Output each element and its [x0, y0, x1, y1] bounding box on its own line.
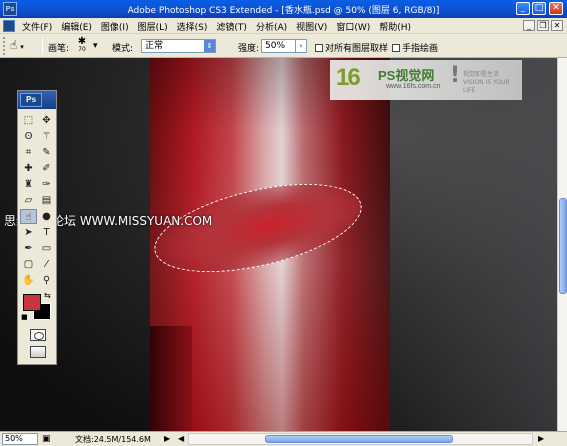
menu-item-3[interactable]: 图层(L): [138, 20, 168, 33]
mode-select[interactable]: 正常 ⇕: [141, 39, 216, 53]
hand-icon[interactable]: ✋: [20, 273, 37, 288]
smudge-icon[interactable]: ☝: [20, 209, 37, 224]
marquee-icon[interactable]: ⬚: [20, 113, 37, 128]
tool-grid: ⬚ ✥ ʘ ⚚ ⌗ ✎ ✚ ✐ ♜ ✑ ▱ ▤ ☝ ● ➤ T ✒ ▭ ▢ ⁄ ✋ ⚲: [20, 113, 56, 288]
menu-item-9[interactable]: 帮助(H): [379, 20, 411, 33]
window-title: Adobe Photoshop CS3 Extended - [香水瓶.psd …: [127, 6, 440, 16]
path-selection-icon[interactable]: ➤: [20, 225, 37, 240]
chevron-right-icon: ›: [295, 40, 306, 52]
screen-mode-button[interactable]: [30, 346, 46, 358]
bottle-shadow: [150, 326, 192, 431]
document-window-controls: _ ❐ ✕: [523, 20, 563, 31]
strength-value: 50%: [265, 41, 286, 51]
doc-minimize-button[interactable]: _: [523, 20, 535, 31]
mode-value: 正常: [145, 41, 164, 51]
logo-exclamation: !: [450, 63, 461, 88]
horizontal-scroll-thumb[interactable]: [265, 435, 453, 443]
history-brush-icon[interactable]: ✑: [38, 177, 55, 192]
menu-item-5[interactable]: 滤镜(T): [216, 20, 247, 33]
finger-smudge-icon: ☝: [10, 38, 18, 52]
crop-icon[interactable]: ⌗: [20, 145, 37, 160]
strength-label: 强度:: [238, 44, 260, 54]
zoom-icon[interactable]: ⚲: [38, 273, 55, 288]
dodge-icon[interactable]: ●: [38, 209, 55, 224]
sample-all-layers-label: 对所有图层取样: [325, 44, 389, 54]
menu-item-1[interactable]: 编辑(E): [61, 20, 92, 33]
logo-mark: 16: [336, 64, 361, 91]
options-bar-grip[interactable]: [3, 37, 6, 55]
logo-name: PS视觉网: [378, 68, 435, 83]
toolbox-header[interactable]: Ps: [18, 91, 56, 109]
checkbox-box: [315, 44, 323, 52]
tool-preset-picker[interactable]: ☝ ▾: [10, 38, 38, 54]
strength-input[interactable]: 50% ›: [261, 39, 307, 53]
menu-item-4[interactable]: 选择(S): [177, 20, 208, 33]
lasso-icon[interactable]: ʘ: [20, 129, 37, 144]
healing-brush-icon[interactable]: ✚: [20, 161, 37, 176]
eyedropper-icon[interactable]: ⁄: [38, 257, 55, 272]
menu-item-2[interactable]: 图像(I): [101, 20, 129, 33]
divider: [42, 38, 43, 54]
brush-tip-icon: ✱: [77, 36, 87, 47]
menu-item-7[interactable]: 视图(V): [296, 20, 327, 33]
finger-painting-checkbox[interactable]: 手指绘画: [392, 41, 438, 54]
status-bar: 50% ▣ 文档:24.5M/154.6M ▶ ◀ ▶: [0, 431, 567, 446]
logo-url: www.16fs.com.cn: [386, 83, 441, 90]
status-menu-arrow[interactable]: ▶: [164, 434, 170, 443]
swap-colors-icon[interactable]: ⇆: [44, 291, 51, 300]
type-icon[interactable]: T: [38, 225, 55, 240]
brush-label: 画笔:: [48, 44, 70, 54]
vertical-scroll-thumb[interactable]: [559, 198, 567, 294]
doc-close-button[interactable]: ✕: [551, 20, 563, 31]
chevron-down-icon: ▾: [20, 43, 24, 51]
quick-mask-button[interactable]: [30, 329, 46, 341]
scroll-right-arrow[interactable]: ▶: [538, 434, 544, 443]
maximize-button[interactable]: □: [532, 2, 546, 15]
gradient-icon[interactable]: ▤: [38, 193, 55, 208]
options-bar: ☝ ▾ 画笔: ✱ 70 ▾ 模式: 正常 ⇕ 强度: 50% › 对所有图层取…: [0, 34, 567, 58]
move-icon[interactable]: ✥: [38, 113, 55, 128]
default-colors-icon[interactable]: ■: [21, 313, 28, 321]
menu-item-0[interactable]: 文件(F): [22, 20, 52, 33]
sample-all-layers-checkbox[interactable]: 对所有图层取样: [315, 41, 388, 54]
slice-icon[interactable]: ✎: [38, 145, 55, 160]
menu-item-8[interactable]: 窗口(W): [336, 20, 370, 33]
toolbox-panel: Ps ⬚ ✥ ʘ ⚚ ⌗ ✎ ✚ ✐ ♜ ✑ ▱ ▤ ☝ ● ➤ T ✒ ▭ ▢ ⁄ ✋ ⚲ ⇆ ■: [17, 90, 57, 365]
foreground-color-swatch[interactable]: [23, 294, 41, 311]
menu-item-6[interactable]: 分析(A): [256, 20, 287, 33]
menu-bar: 文件(F) 编辑(E) 图像(I) 图层(L) 选择(S) 滤镜(T) 分析(A) 视图(V)…: [0, 18, 567, 34]
toolbox-logo: Ps: [20, 93, 42, 107]
vertical-scrollbar[interactable]: [557, 58, 567, 431]
mode-label: 模式:: [112, 44, 134, 54]
clone-stamp-icon[interactable]: ♜: [20, 177, 37, 192]
chevron-down-icon: ⇕: [204, 40, 215, 52]
logo-slogan: 视觉即是生活 VISION IS YOUR LIFE: [463, 71, 510, 94]
magic-wand-icon[interactable]: ⚚: [38, 129, 55, 144]
minimize-button[interactable]: _: [516, 2, 530, 15]
brush-picker[interactable]: ✱ 70: [70, 37, 94, 55]
watermark-logo: 16 PS视觉网 www.16fs.com.cn ! 视觉即是生活 VISION…: [330, 60, 522, 100]
document-info: 文档:24.5M/154.6M: [75, 435, 151, 444]
scroll-left-arrow[interactable]: ◀: [178, 434, 184, 443]
horizontal-scrollbar[interactable]: [188, 433, 533, 445]
brush-size: 70: [78, 46, 86, 53]
document-canvas[interactable]: 16 PS视觉网 www.16fs.com.cn ! 视觉即是生活 VISION…: [0, 58, 557, 431]
eraser-icon[interactable]: ▱: [20, 193, 37, 208]
checkbox-box: [392, 44, 400, 52]
chevron-down-icon[interactable]: ▾: [93, 41, 98, 51]
menu-items: 文件(F) 编辑(E) 图像(I) 图层(L) 选择(S) 滤镜(T) 分析(A) 视图(V)…: [22, 20, 411, 33]
doc-restore-button[interactable]: ❐: [537, 20, 549, 31]
pen-icon[interactable]: ✒: [20, 241, 37, 256]
title-bar: Ps Adobe Photoshop CS3 Extended - [香水瓶.p…: [0, 0, 567, 18]
document-status-icon[interactable]: ▣: [42, 434, 51, 444]
close-button[interactable]: ✕: [549, 2, 563, 15]
zoom-field[interactable]: 50%: [2, 433, 38, 445]
shape-icon[interactable]: ▭: [38, 241, 55, 256]
document-icon[interactable]: [3, 20, 15, 32]
finger-painting-label: 手指绘画: [402, 44, 439, 54]
notes-icon[interactable]: ▢: [20, 257, 37, 272]
brush-icon[interactable]: ✐: [38, 161, 55, 176]
